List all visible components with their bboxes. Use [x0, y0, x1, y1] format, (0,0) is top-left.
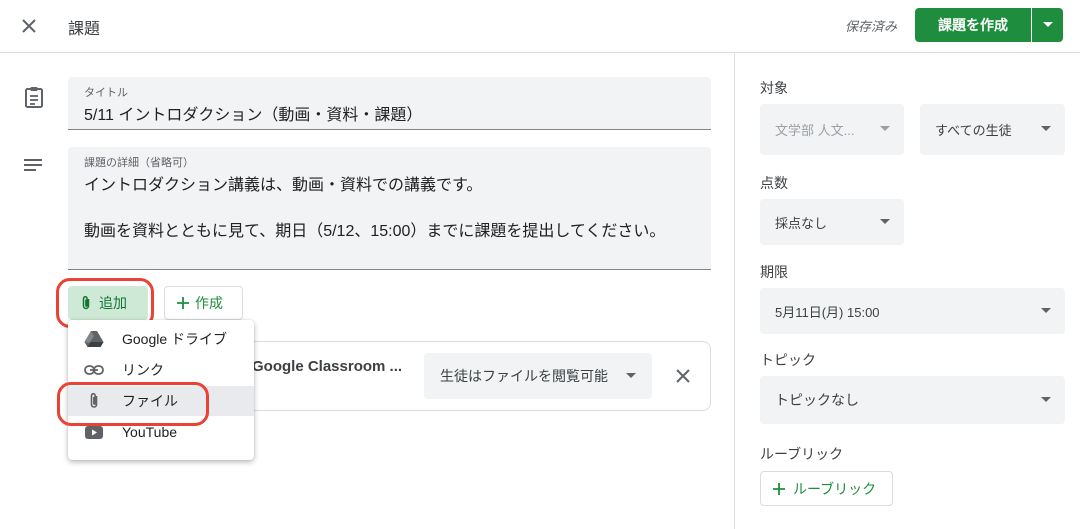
close-icon: [676, 369, 690, 383]
points-value: 採点なし: [775, 215, 828, 231]
menu-item-google-drive[interactable]: Google ドライブ: [68, 324, 254, 354]
description-line-1: イントロダクション講義は、動画・資料での講義です。: [84, 177, 483, 194]
plus-icon: [773, 482, 785, 495]
description-label: 課題の詳細（省略可）: [84, 157, 194, 169]
google-drive-icon: [84, 329, 104, 349]
paperclip-icon: [82, 295, 90, 310]
saved-status: 保存済み: [845, 19, 898, 34]
description-line-2: 動画を資料とともに見て、期日（5/12、15:00）までに課題を提出してください…: [84, 223, 666, 240]
arrow-drop-down-icon: [1042, 22, 1053, 27]
menu-item-label: ファイル: [122, 393, 178, 409]
class-value: 文学部 人文...: [775, 123, 855, 138]
create-new-button[interactable]: 作成: [164, 286, 243, 320]
create-assignment-button[interactable]: 課題を作成: [915, 8, 1031, 42]
class-dropdown: 文学部 人文...: [760, 104, 904, 155]
arrow-drop-down-icon: [880, 126, 890, 131]
close-button[interactable]: [14, 11, 44, 41]
add-menu: Google ドライブ リンク ファイル YouTube: [68, 320, 254, 460]
arrow-drop-down-icon: [1041, 308, 1051, 313]
arrow-drop-down-icon: [1041, 126, 1051, 131]
title-field[interactable]: タイトル 5/11 イントロダクション（動画・資料・課題）: [68, 77, 711, 130]
arrow-drop-down-icon: [1041, 397, 1051, 402]
add-button-label: 追加: [99, 295, 127, 311]
menu-item-link[interactable]: リンク: [68, 355, 254, 385]
target-label: 対象: [760, 80, 788, 96]
permission-value: 生徒はファイルを閲覧可能: [440, 368, 608, 384]
points-dropdown[interactable]: 採点なし: [760, 199, 904, 245]
add-rubric-button[interactable]: ルーブリック: [760, 471, 893, 506]
students-dropdown[interactable]: すべての生徒: [920, 104, 1065, 155]
settings-sidebar: 対象 文学部 人文... すべての生徒 点数 採点なし 期限 5月11日(月) …: [734, 54, 1080, 529]
arrow-drop-down-icon: [880, 219, 890, 224]
due-label: 期限: [760, 264, 788, 280]
add-attachment-button[interactable]: 追加: [68, 286, 148, 320]
assignment-icon: [24, 86, 44, 108]
topic-label: トピック: [760, 352, 816, 368]
due-date-value: 5月11日(月) 15:00: [775, 304, 880, 320]
permission-dropdown[interactable]: 生徒はファイルを閲覧可能: [424, 353, 652, 399]
menu-item-label: YouTube: [122, 424, 178, 440]
create-options-dropdown[interactable]: [1032, 8, 1063, 42]
attachment-card[interactable]: Google Classroom ... 生徒はファイルを閲覧可能: [240, 341, 711, 411]
link-icon: [84, 360, 104, 380]
title-value: 5/11 イントロダクション（動画・資料・課題）: [84, 107, 423, 124]
create-button-label: 作成: [195, 295, 223, 311]
topic-dropdown[interactable]: トピックなし: [760, 376, 1065, 424]
menu-item-label: Google ドライブ: [122, 331, 228, 347]
rubric-button-label: ルーブリック: [793, 480, 877, 497]
attachment-title: Google Classroom ...: [252, 358, 403, 375]
plus-icon: [177, 297, 189, 309]
remove-attachment-button[interactable]: [670, 363, 696, 389]
description-field[interactable]: 課題の詳細（省略可） イントロダクション講義は、動画・資料での講義です。 動画を…: [68, 147, 711, 270]
menu-item-file[interactable]: ファイル: [68, 386, 254, 416]
top-app-bar: 課題 保存済み 課題を作成: [0, 0, 1080, 53]
menu-item-label: リンク: [122, 362, 164, 378]
arrow-drop-down-icon: [626, 373, 636, 378]
page-title: 課題: [68, 21, 101, 38]
menu-item-youtube[interactable]: YouTube: [68, 417, 254, 447]
title-label: タイトル: [84, 87, 128, 99]
notes-icon: [24, 158, 42, 172]
students-value: すべての生徒: [935, 123, 1012, 138]
youtube-icon: [84, 422, 104, 442]
topic-value: トピックなし: [775, 392, 859, 408]
paperclip-icon: [84, 391, 104, 411]
due-date-dropdown[interactable]: 5月11日(月) 15:00: [760, 288, 1065, 334]
assignment-form: タイトル 5/11 イントロダクション（動画・資料・課題） 課題の詳細（省略可）…: [0, 54, 734, 529]
rubric-label: ルーブリック: [760, 446, 844, 462]
close-icon: [22, 19, 36, 33]
points-label: 点数: [760, 175, 788, 191]
